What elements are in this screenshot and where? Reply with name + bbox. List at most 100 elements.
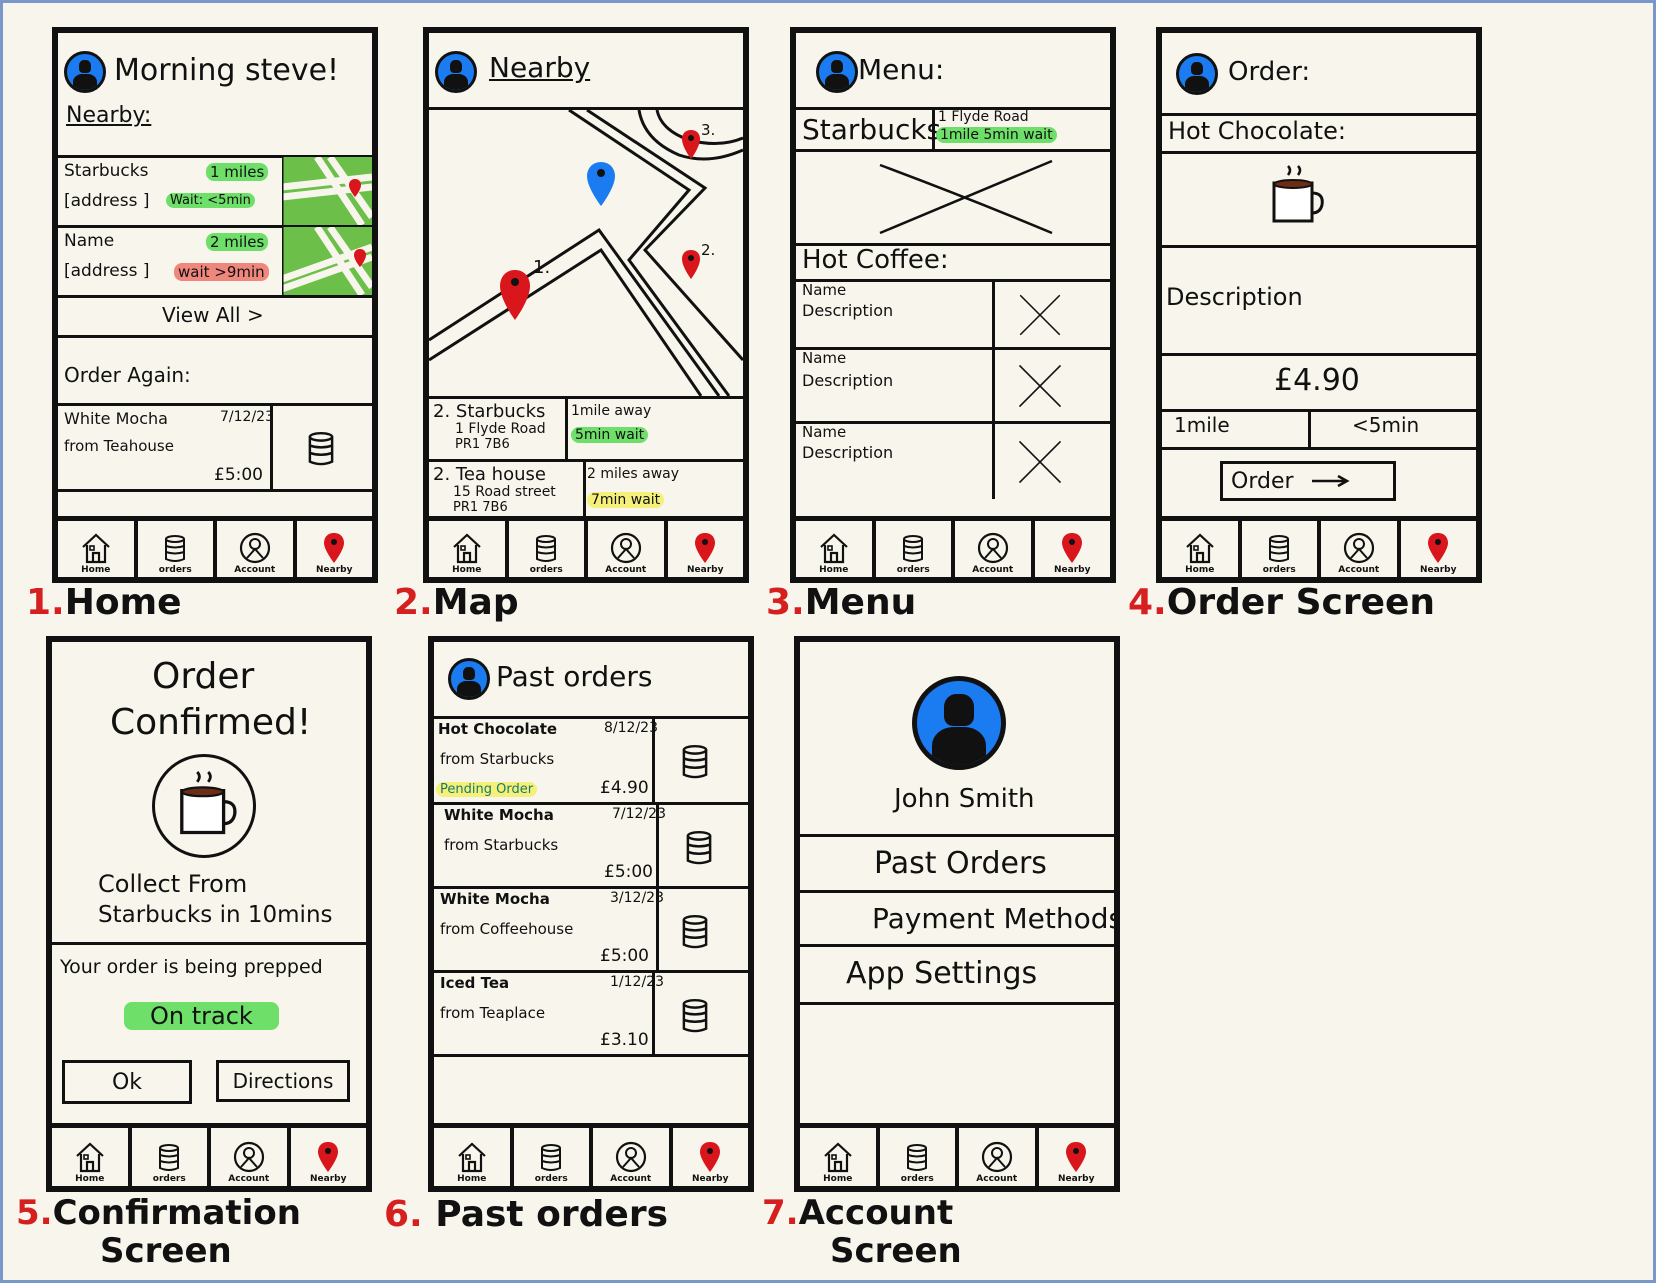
house-icon [817,531,851,565]
nav-orders[interactable]: orders [509,1128,590,1186]
map-pin-icon [311,1140,345,1174]
image-placeholder [1010,435,1070,489]
directions-button[interactable]: Directions [216,1060,350,1102]
item-name: Name [802,423,847,441]
map-thumbnail [282,157,372,225]
phone-past-orders: Past orders Hot Chocolate 8/12/23 from S… [428,636,754,1192]
ok-button[interactable]: Ok [62,1060,192,1104]
nav-home[interactable]: Home [58,521,134,577]
nav-account[interactable]: Account [951,521,1031,577]
avatar[interactable] [435,51,477,93]
nav-nearby[interactable]: Nearby [286,1128,367,1186]
account-icon [976,531,1010,565]
item-name: Name [802,281,847,299]
nav-nearby[interactable]: Nearby [1396,521,1477,577]
list-item[interactable]: Name 2 miles [address ] wait >9min [58,227,372,295]
menu-payment-methods[interactable]: Payment Methods [872,902,1114,935]
confirm-title: Confirmed! [110,702,312,743]
list-item[interactable]: Hot Chocolate 8/12/23 from Starbucks Pen… [434,718,748,802]
list-item[interactable]: White Mocha 7/12/23 from Starbucks £5:00 [434,804,748,886]
nav-orders[interactable]: orders [1237,521,1318,577]
nav-account[interactable]: Account [1317,521,1397,577]
result-postcode: PR1 7B6 [455,437,510,452]
nav-orders[interactable]: orders [871,521,952,577]
house-icon [79,531,113,565]
item-description: Description [1166,283,1303,311]
nav-account[interactable]: Account [207,1128,287,1186]
nav-orders[interactable]: orders [133,521,214,577]
shop-address: [address ] [64,191,150,211]
nav-account[interactable]: Account [955,1128,1035,1186]
item-from: from Teahouse [64,437,174,455]
list-item[interactable]: Starbucks 1 miles [address ] Wait: <5min [58,157,372,225]
avatar[interactable] [912,676,1006,770]
nav-orders[interactable]: orders [875,1128,956,1186]
nav-home[interactable]: Home [800,1128,876,1186]
bottom-nav: Home orders Account Nearby [429,516,743,577]
cup-icon [1262,531,1296,565]
nav-home[interactable]: Home [52,1128,128,1186]
menu-item[interactable]: Name Description [796,421,1110,499]
bottom-nav: Home orders Account Nearby [58,516,372,577]
list-item[interactable]: 2. Starbucks 1 Flyde Road PR1 7B6 1mile … [429,399,743,459]
cup-icon [300,425,342,471]
list-item[interactable]: Iced Tea 1/12/23 from Teaplace £3.10 [434,972,748,1054]
cup-icon [674,908,716,954]
nav-home[interactable]: Home [1162,521,1238,577]
avatar[interactable] [816,51,858,93]
nav-home[interactable]: Home [429,521,505,577]
account-name: John Smith [894,784,1035,814]
cup-icon [674,738,716,784]
bottom-nav: Home orders Account Nearby [796,516,1110,577]
nav-nearby[interactable]: Nearby [1030,521,1111,577]
list-item[interactable]: 2. Tea house 15 Road street PR1 7B6 2 mi… [429,462,743,522]
result-address: 15 Road street [453,484,556,500]
item-name: White Mocha [64,409,168,428]
item-from: from Coffeehouse [440,920,574,938]
nav-account[interactable]: Account [584,521,664,577]
avatar[interactable] [1176,53,1218,95]
menu-app-settings[interactable]: App Settings [846,956,1037,991]
nav-account[interactable]: Account [589,1128,669,1186]
nav-orders[interactable]: orders [127,1128,208,1186]
item-name: Name [802,349,847,367]
item-name: White Mocha [444,806,554,824]
greeting-title: Morning steve! [114,53,340,88]
avatar[interactable] [64,51,106,93]
screen-caption: 6. Past orders [384,1194,669,1235]
map-pin-icon [1421,531,1455,565]
mug-icon [173,763,239,847]
house-icon [455,1140,489,1174]
map-view[interactable] [429,110,743,396]
avatar[interactable] [448,658,490,700]
menu-item[interactable]: Name Description [796,279,1110,347]
menu-past-orders[interactable]: Past Orders [874,846,1047,881]
nav-nearby[interactable]: Nearby [292,521,373,577]
phone-order: Order: Hot Chocolate: Description £4.90 … [1156,27,1482,583]
item-name: Iced Tea [440,974,510,992]
nav-nearby[interactable]: Nearby [668,1128,749,1186]
collect-text: Starbucks in 10mins [98,902,333,928]
nav-home[interactable]: Home [796,521,872,577]
menu-item[interactable]: Name Description [796,347,1110,421]
list-item[interactable]: White Mocha 7/12/23 from Teahouse £5:00 [58,405,372,489]
nav-account[interactable]: Account [213,521,293,577]
screen-caption: 1.Home [26,582,182,623]
status-badge: Pending Order [436,782,538,797]
item-name: Hot Chocolate: [1168,117,1346,145]
account-icon [614,1140,648,1174]
item-description: Description [802,371,894,390]
phone-confirmation: Order Confirmed! Collect From Starbucks … [46,636,372,1192]
cup-icon [158,531,192,565]
view-all-link[interactable]: View All > [162,303,264,327]
nav-orders[interactable]: orders [504,521,585,577]
order-button[interactable]: Order [1220,461,1396,501]
list-item[interactable]: White Mocha 3/12/23 from Coffeehouse £5:… [434,888,748,970]
item-wait: <5min [1352,413,1420,437]
nav-home[interactable]: Home [434,1128,510,1186]
nav-nearby[interactable]: Nearby [663,521,744,577]
shop-name: Name [64,231,115,251]
nav-nearby[interactable]: Nearby [1034,1128,1115,1186]
screen-caption: 4.Order Screen [1128,582,1436,623]
account-icon [1342,531,1376,565]
